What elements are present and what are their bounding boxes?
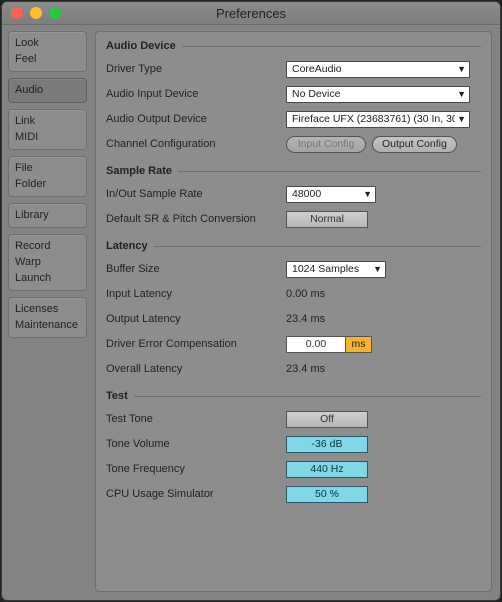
section-latency: Latency	[106, 240, 481, 252]
chevron-down-icon: ▼	[457, 64, 466, 74]
sidebar-item-feel: Feel	[13, 51, 82, 67]
pitch-conversion-button[interactable]: Normal	[286, 211, 368, 228]
audio-output-device-label: Audio Output Device	[106, 113, 286, 125]
sidebar-group-1[interactable]: Audio	[8, 78, 87, 103]
cpu-simulator-input[interactable]: 50 %	[286, 486, 368, 503]
sidebar-item-file: File	[13, 160, 82, 176]
test-tone-button[interactable]: Off	[286, 411, 368, 428]
driver-type-dropdown[interactable]: CoreAudio▼	[286, 61, 470, 78]
audio-input-device-label: Audio Input Device	[106, 88, 286, 100]
section-sample-rate: Sample Rate	[106, 165, 481, 177]
window-title: Preferences	[216, 6, 286, 21]
chevron-down-icon: ▼	[457, 89, 466, 99]
sidebar-item-link: Link	[13, 113, 82, 129]
buffer-size-dropdown[interactable]: 1024 Samples▼	[286, 261, 386, 278]
input-config-button[interactable]: Input Config	[286, 136, 366, 153]
chevron-down-icon: ▼	[363, 189, 372, 199]
titlebar: Preferences	[2, 2, 500, 25]
input-latency-label: Input Latency	[106, 288, 286, 300]
driver-error-label: Driver Error Compensation	[106, 338, 286, 350]
sidebar-item-look: Look	[13, 35, 82, 51]
sidebar-group-4[interactable]: Library	[8, 203, 87, 228]
output-latency-label: Output Latency	[106, 313, 286, 325]
sidebar-group-3[interactable]: FileFolder	[8, 156, 87, 197]
sidebar-item-maintenance: Maintenance	[13, 317, 82, 333]
tone-volume-input[interactable]: -36 dB	[286, 436, 368, 453]
audio-input-device-dropdown[interactable]: No Device▼	[286, 86, 470, 103]
content: Audio Device Driver Type CoreAudio▼ Audi…	[87, 25, 500, 600]
sidebar-item-launch: Launch	[13, 270, 82, 286]
sidebar-group-2[interactable]: LinkMIDI	[8, 109, 87, 150]
sidebar: LookFeel Audio LinkMIDI FileFolder Library Re…	[2, 25, 87, 600]
section-test: Test	[106, 390, 481, 402]
output-config-button[interactable]: Output Config	[372, 136, 457, 153]
cpu-simulator-label: CPU Usage Simulator	[106, 488, 286, 500]
sample-rate-label: In/Out Sample Rate	[106, 188, 286, 200]
sidebar-item-licenses: Licenses	[13, 301, 82, 317]
buffer-size-label: Buffer Size	[106, 263, 286, 275]
sample-rate-dropdown[interactable]: 48000▼	[286, 186, 376, 203]
sidebar-item-warp: Warp	[13, 254, 82, 270]
input-latency-value: 0.00 ms	[286, 288, 325, 300]
sidebar-item-record: Record	[13, 238, 82, 254]
driver-error-input[interactable]: 0.00	[286, 336, 346, 353]
chevron-down-icon: ▼	[457, 114, 466, 124]
sidebar-item-folder: Folder	[13, 176, 82, 192]
channel-configuration-label: Channel Configuration	[106, 138, 286, 150]
overall-latency-label: Overall Latency	[106, 363, 286, 375]
sidebar-item-library: Library	[13, 207, 82, 223]
preferences-panel: Audio Device Driver Type CoreAudio▼ Audi…	[95, 31, 492, 592]
sidebar-group-0[interactable]: LookFeel	[8, 31, 87, 72]
tone-frequency-input[interactable]: 440 Hz	[286, 461, 368, 478]
minimize-icon[interactable]	[30, 7, 42, 19]
test-tone-label: Test Tone	[106, 413, 286, 425]
pitch-conversion-label: Default SR & Pitch Conversion	[106, 213, 286, 225]
audio-output-device-dropdown[interactable]: Fireface UFX (23683761) (30 In, 30 O▼	[286, 111, 470, 128]
driver-type-label: Driver Type	[106, 63, 286, 75]
sidebar-group-6[interactable]: LicensesMaintenance	[8, 297, 87, 338]
zoom-icon[interactable]	[49, 7, 61, 19]
chevron-down-icon: ▼	[373, 264, 382, 274]
sidebar-item-audio: Audio	[13, 82, 82, 98]
overall-latency-value: 23.4 ms	[286, 363, 325, 375]
section-audio-device: Audio Device	[106, 40, 481, 52]
tone-frequency-label: Tone Frequency	[106, 463, 286, 475]
close-icon[interactable]	[11, 7, 23, 19]
tone-volume-label: Tone Volume	[106, 438, 286, 450]
sidebar-group-5[interactable]: RecordWarpLaunch	[8, 234, 87, 291]
driver-error-unit: ms	[346, 336, 372, 353]
output-latency-value: 23.4 ms	[286, 313, 325, 325]
window: Preferences LookFeel Audio LinkMIDI FileFol…	[1, 1, 501, 601]
sidebar-item-midi: MIDI	[13, 129, 82, 145]
